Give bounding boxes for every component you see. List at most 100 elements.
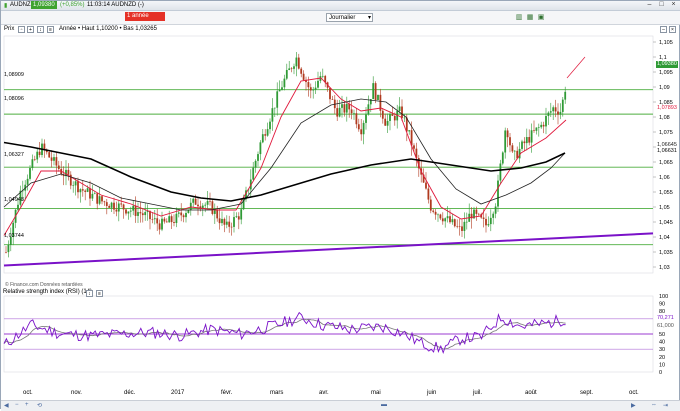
candle-body: [377, 94, 379, 100]
candle-body: [386, 120, 389, 126]
candle-body: [89, 188, 91, 199]
zoom-icon[interactable]: ▫: [18, 26, 25, 33]
candle-body: [547, 112, 550, 116]
rsi-y-tick-label: 100: [659, 294, 668, 300]
candle-body: [324, 75, 327, 83]
candle-body: [125, 209, 127, 214]
fit-icon[interactable]: ⇔: [651, 402, 657, 408]
candle-body: [305, 79, 307, 83]
candle-body: [165, 221, 168, 223]
candle-body: [465, 221, 468, 223]
candle-body: [77, 181, 79, 193]
y-tick-label: 1,08: [659, 115, 670, 121]
candle-body: [163, 218, 166, 222]
panel-settings-icon[interactable]: ≡: [47, 26, 54, 33]
candle-body: [233, 217, 235, 227]
projection-arrow: [566, 56, 586, 79]
candle-body: [317, 80, 319, 88]
candle-body: [26, 178, 29, 185]
y-tick-label: 1,04: [659, 235, 670, 241]
candle-body: [501, 152, 504, 164]
title-bar: ▮ AUDNZD 1,09380 (+0,85%) 11:03:14 AUDNZ…: [1, 1, 680, 11]
zoom-out-button[interactable]: −: [15, 402, 19, 408]
rsi-move-icon[interactable]: ↕: [86, 290, 93, 297]
panel-close-icon[interactable]: ×: [669, 26, 676, 33]
candle-body: [437, 214, 439, 216]
rsi-ma-chip: 61,000: [656, 323, 675, 330]
rsi-title: Relative strength index (RSI) (14): [3, 289, 93, 295]
rsi-y-tick-label: 10: [659, 362, 665, 368]
candle-body: [293, 66, 295, 69]
panel-minimize-icon[interactable]: –: [660, 26, 667, 33]
candle-body: [441, 218, 444, 222]
candle-body: [57, 165, 60, 169]
panel-label: Prix: [4, 26, 15, 32]
maximize-icon[interactable]: □: [656, 1, 667, 9]
candle-body: [432, 210, 435, 212]
scroll-right-icon[interactable]: ▶: [631, 402, 636, 409]
candle-body: [482, 217, 485, 219]
candle-body: [372, 83, 375, 100]
candle-body: [511, 145, 514, 152]
move-icon[interactable]: ↕: [37, 26, 44, 33]
bar-chart-icon[interactable]: ▥: [514, 13, 524, 22]
period-selector[interactable]: 1 année: [125, 12, 165, 21]
scroll-left-icon[interactable]: ◀: [4, 402, 9, 409]
candle-body: [329, 87, 331, 100]
candle-body: [218, 218, 221, 224]
candle-body: [451, 219, 454, 223]
candle-body: [105, 202, 108, 206]
candle-body: [559, 111, 562, 115]
candle-body: [321, 75, 324, 77]
price-chart[interactable]: 1,1051,11,0951,091,0851,081,0751,071,065…: [1, 1, 680, 410]
reset-view-icon[interactable]: ⟲: [37, 402, 42, 409]
candle-body: [113, 202, 115, 210]
level-label-4: 1,04948: [4, 197, 24, 203]
candle-body: [43, 143, 46, 150]
candle-body: [223, 218, 226, 225]
candle-body: [427, 188, 430, 200]
scroll-thumb-icon[interactable]: ▬: [381, 402, 387, 408]
zoom-in-button[interactable]: +: [25, 402, 29, 408]
candle-body: [216, 209, 219, 219]
candle-body: [525, 137, 528, 144]
candle-body: [101, 196, 103, 202]
candle-chart-icon[interactable]: ▦: [525, 13, 535, 22]
candle-body: [271, 108, 274, 122]
x-tick-label: juin: [427, 390, 437, 396]
rsi-settings-icon[interactable]: ≡: [96, 290, 103, 297]
candle-body: [480, 214, 483, 218]
y-tick-label: 1,035: [659, 250, 673, 256]
candle-body: [417, 157, 420, 169]
minimize-icon[interactable]: –: [644, 1, 655, 9]
candle-body: [192, 198, 195, 203]
candle-body: [259, 142, 262, 155]
end-icon[interactable]: ⇥: [663, 402, 668, 409]
candle-body: [189, 202, 192, 210]
candle-body: [530, 130, 533, 143]
candle-body: [180, 212, 183, 216]
x-tick-label: sept.: [580, 390, 594, 396]
candle-body: [187, 209, 190, 213]
candle-body: [434, 211, 437, 215]
candle-body: [554, 107, 557, 112]
candle-body: [475, 209, 478, 214]
close-icon[interactable]: ×: [668, 1, 679, 9]
candle-body: [343, 104, 346, 113]
candle-body: [518, 148, 521, 159]
y-tick-label: 1,065: [659, 160, 673, 166]
range-info: Année • Haut 1,10200 • Bas 1,03265: [59, 26, 157, 32]
candle-body: [391, 114, 394, 116]
candle-body: [533, 130, 535, 131]
settings-icon[interactable]: ▣: [536, 13, 546, 22]
candle-body: [245, 190, 247, 200]
candle-body: [470, 213, 473, 219]
candle-body: [350, 109, 353, 114]
crosshair-icon[interactable]: +: [27, 26, 34, 33]
candle-body: [170, 216, 173, 223]
frequency-dropdown[interactable]: Journalier ▾: [326, 13, 373, 22]
candle-body: [494, 206, 497, 214]
candle-body: [360, 129, 363, 135]
candle-body: [204, 204, 207, 206]
candle-body: [336, 108, 339, 117]
